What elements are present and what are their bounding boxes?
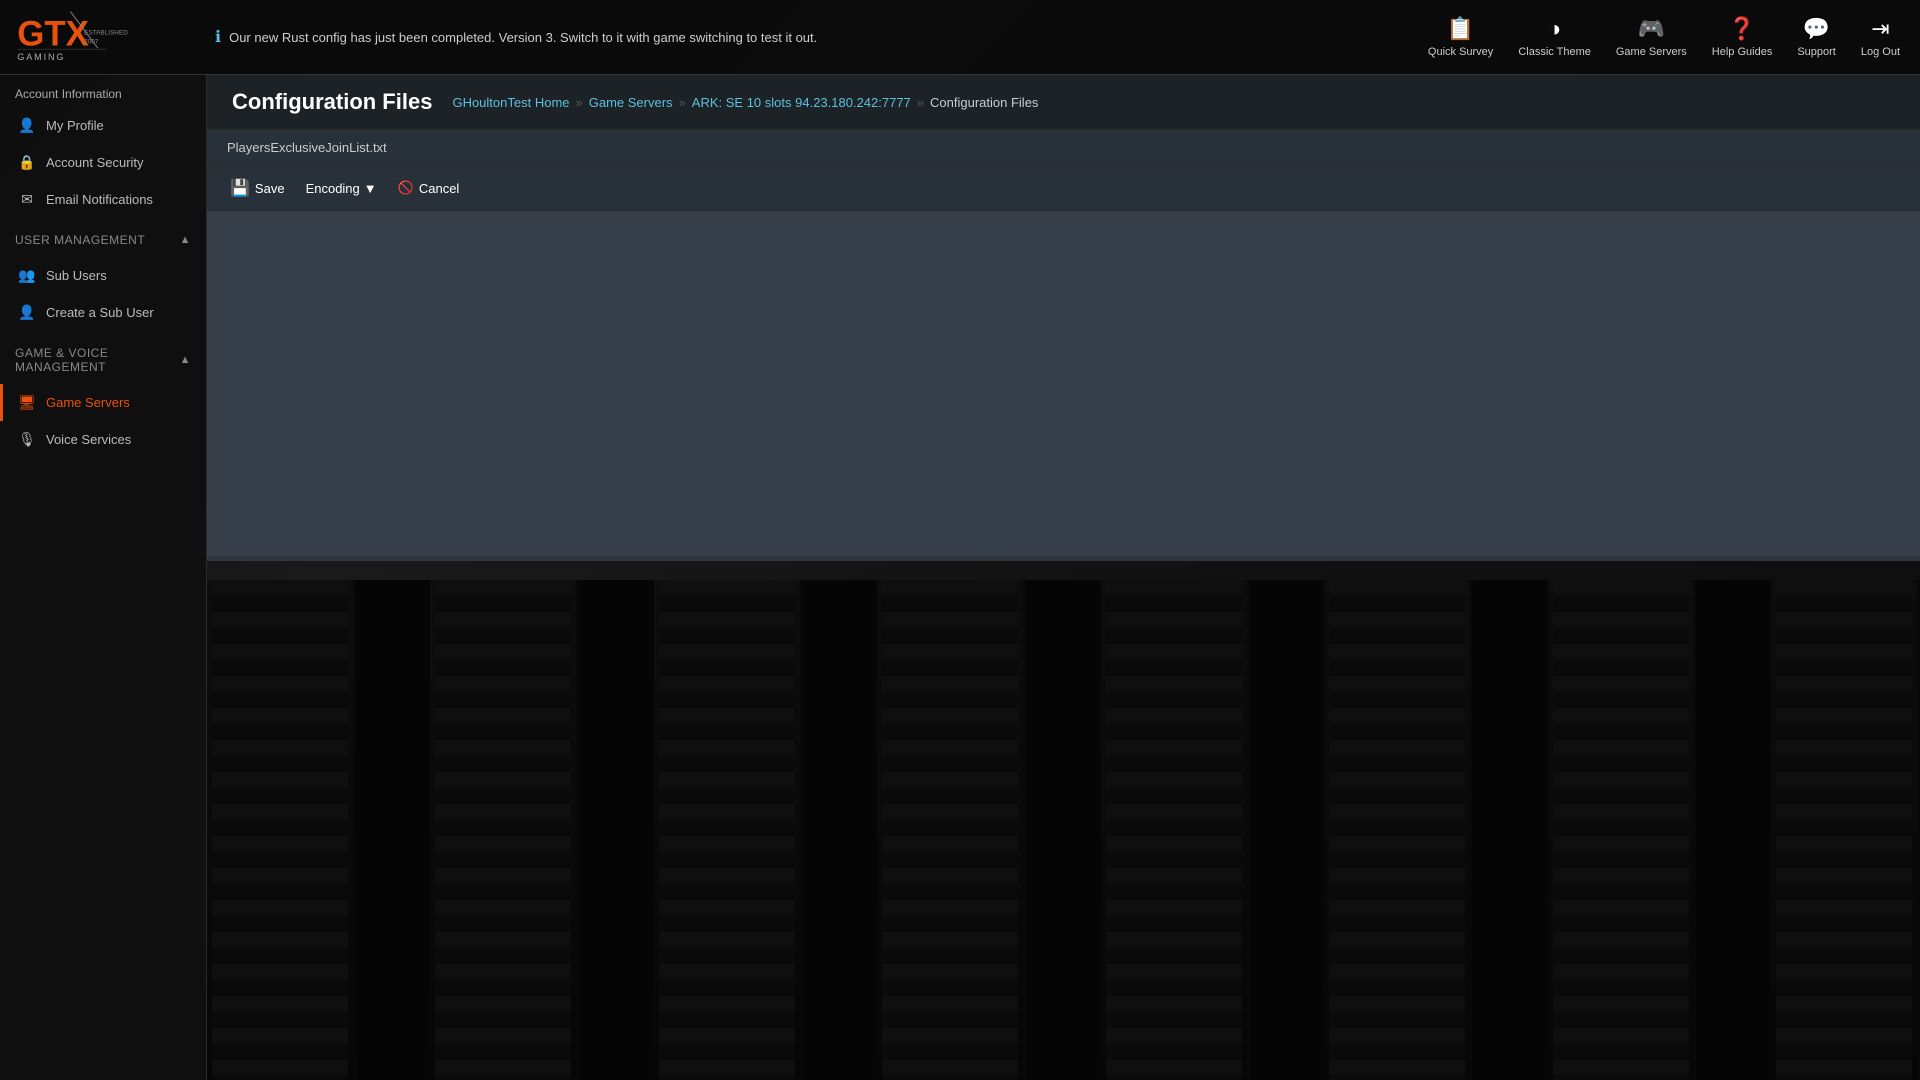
breadcrumb: GHoultonTest Home » Game Servers » ARK: … [452,95,1038,110]
info-icon: ℹ [215,27,221,47]
notice-bar: ℹ Our new Rust config has just been comp… [200,27,1408,47]
cancel-label: Cancel [419,181,459,196]
microphone-icon: 🎙 [18,431,36,448]
encoding-button[interactable]: Encoding ▼ [298,177,385,200]
top-nav: GTX GAMING ESTABLISHED 2007 ℹ Our new Ru… [0,0,1920,75]
page-title: Configuration Files [232,89,432,115]
game-servers-nav[interactable]: 🎮 Game Servers [1616,16,1687,58]
game-servers-sidebar-label: Game Servers [46,395,130,410]
logout-label: Log Out [1861,46,1900,58]
filename: PlayersExclusiveJoinList.txt [227,140,387,155]
editor-area: PlayersExclusiveJoinList.txt 💾 Save Enco… [207,130,1920,561]
email-notifications-label: Email Notifications [46,192,153,207]
support-icon: 💬 [1803,16,1830,42]
logout-nav[interactable]: ⇥ Log Out [1861,16,1900,58]
classic-theme-label: Classic Theme [1518,46,1591,58]
notice-text: Our new Rust config has just been comple… [229,30,817,45]
breadcrumb-current: Configuration Files [930,95,1038,110]
profile-icon: 👤 [18,117,36,134]
create-user-icon: 👤 [18,304,36,321]
sidebar-item-voice-services[interactable]: 🎙 Voice Services [0,421,206,458]
user-management-label: User Management [15,233,145,247]
support-nav[interactable]: 💬 Support [1797,16,1836,58]
logout-icon: ⇥ [1871,16,1889,42]
account-security-label: Account Security [46,155,144,170]
encoding-chevron-icon: ▼ [364,181,377,196]
top-nav-actions: 📋 Quick Survey ◑ Classic Theme 🎮 Game Se… [1408,16,1920,58]
server-icon: 🖥 [18,394,36,411]
file-name-bar: PlayersExclusiveJoinList.txt [207,130,1920,166]
svg-text:GTX: GTX [17,15,89,54]
quick-survey-icon: 📋 [1447,16,1474,42]
quick-survey-label: Quick Survey [1428,46,1493,58]
support-label: Support [1797,46,1836,58]
sidebar-item-account-security[interactable]: 🔒 Account Security [0,144,206,181]
save-button[interactable]: 💾 Save [222,174,293,202]
logo-area: GTX GAMING ESTABLISHED 2007 [0,7,200,67]
sidebar-item-sub-users[interactable]: 👥 Sub Users [0,257,206,294]
voice-services-label: Voice Services [46,432,131,447]
breadcrumb-home[interactable]: GHoultonTest Home [452,95,569,110]
help-guides-label: Help Guides [1712,46,1773,58]
help-guides-nav[interactable]: ❓ Help Guides [1712,16,1773,58]
cancel-icon: 🚫 [398,180,414,196]
sidebar: Account Information 👤 My Profile 🔒 Accou… [0,75,207,1080]
help-icon: ❓ [1728,16,1755,42]
create-sub-user-label: Create a Sub User [46,305,154,320]
main-content: Configuration Files GHoultonTest Home » … [207,75,1920,1080]
config-editor[interactable] [207,211,1920,556]
my-profile-label: My Profile [46,118,104,133]
breadcrumb-sep-3: » [917,95,924,110]
breadcrumb-game-servers[interactable]: Game Servers [589,95,673,110]
sidebar-item-create-sub-user[interactable]: 👤 Create a Sub User [0,294,206,331]
editor-toolbar: 💾 Save Encoding ▼ 🚫 Cancel [207,166,1920,211]
sub-users-icon: 👥 [18,267,36,284]
sidebar-item-email-notifications[interactable]: ✉ Email Notifications [0,181,206,218]
cancel-button[interactable]: 🚫 Cancel [390,176,468,200]
game-voice-label: Game & Voice Management [15,346,180,374]
breadcrumb-server-instance[interactable]: ARK: SE 10 slots 94.23.180.242:7777 [692,95,911,110]
sidebar-item-my-profile[interactable]: 👤 My Profile [0,107,206,144]
encoding-label: Encoding [306,181,360,196]
classic-theme-icon: ◑ [1548,16,1561,42]
sub-users-label: Sub Users [46,268,107,283]
chevron-up-icon: ▲ [180,234,191,246]
quick-survey-nav[interactable]: 📋 Quick Survey [1428,16,1493,58]
page-header: Configuration Files GHoultonTest Home » … [207,75,1920,130]
game-servers-label: Game Servers [1616,46,1687,58]
logo: GTX GAMING ESTABLISHED 2007 [15,7,135,62]
chevron-up-icon-2: ▲ [180,354,191,366]
game-voice-group[interactable]: Game & Voice Management ▲ [0,336,206,384]
svg-text:ESTABLISHED: ESTABLISHED [84,30,128,37]
lock-icon: 🔒 [18,154,36,171]
user-management-group[interactable]: User Management ▲ [0,223,206,257]
svg-text:GAMING: GAMING [17,52,65,62]
sidebar-item-game-servers[interactable]: 🖥 Game Servers [0,384,206,421]
account-info-header: Account Information [0,75,206,107]
breadcrumb-sep-2: » [679,95,686,110]
save-disk-icon: 💾 [230,178,250,198]
gamepad-icon: 🎮 [1638,16,1665,42]
breadcrumb-sep-1: » [576,95,583,110]
save-label: Save [255,181,285,196]
email-icon: ✉ [18,191,36,208]
classic-theme-nav[interactable]: ◑ Classic Theme [1518,16,1591,58]
